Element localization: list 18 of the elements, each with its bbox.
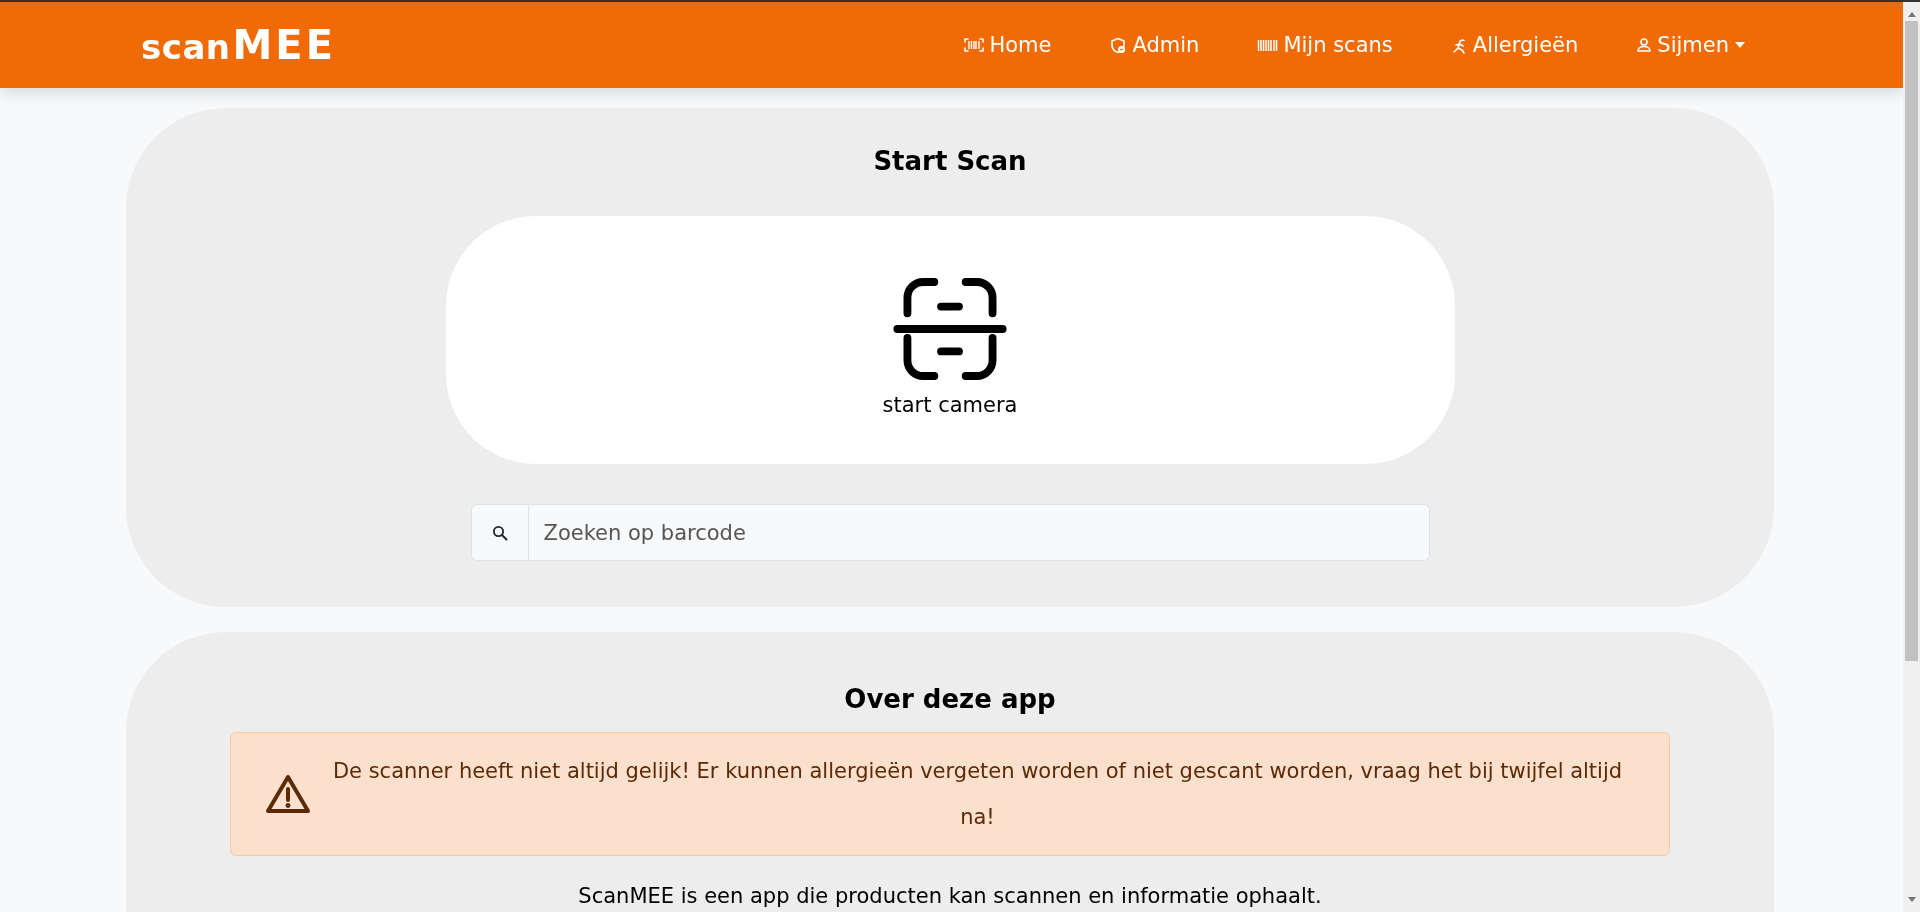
- running-figure-icon: [1450, 36, 1468, 54]
- nav-link[interactable]: Mijn scans: [1257, 33, 1393, 57]
- nav-link[interactable]: Home: [964, 33, 1052, 57]
- warning-text: De scanner heeft niet altijd gelijk! Er kunnen allergieën vergeten worden of niet gescant worden, vraag het bij twijfel altijd na!: [331, 758, 1624, 831]
- search-icon: [491, 524, 508, 541]
- barcode-scan-icon: [964, 36, 985, 54]
- start-camera-button[interactable]: start camera: [445, 216, 1455, 464]
- search-field[interactable]: Zoeken op barcode: [528, 504, 1430, 561]
- logo[interactable]: scan MEE: [141, 22, 336, 68]
- card-title: Over deze app: [844, 684, 1056, 716]
- shield-icon: [1109, 36, 1128, 54]
- card-title: Start Scan: [873, 146, 1027, 178]
- warning-icon: [264, 773, 312, 815]
- user-icon: [1636, 36, 1653, 54]
- nav-link[interactable]: Admin: [1109, 33, 1200, 57]
- nav-link[interactable]: Sijmen: [1636, 33, 1746, 57]
- nav-link[interactable]: Allergieën: [1450, 33, 1579, 57]
- description-text: ScanMEE is een app die producten kan scannen en informatie ophaalt.: [578, 884, 1322, 908]
